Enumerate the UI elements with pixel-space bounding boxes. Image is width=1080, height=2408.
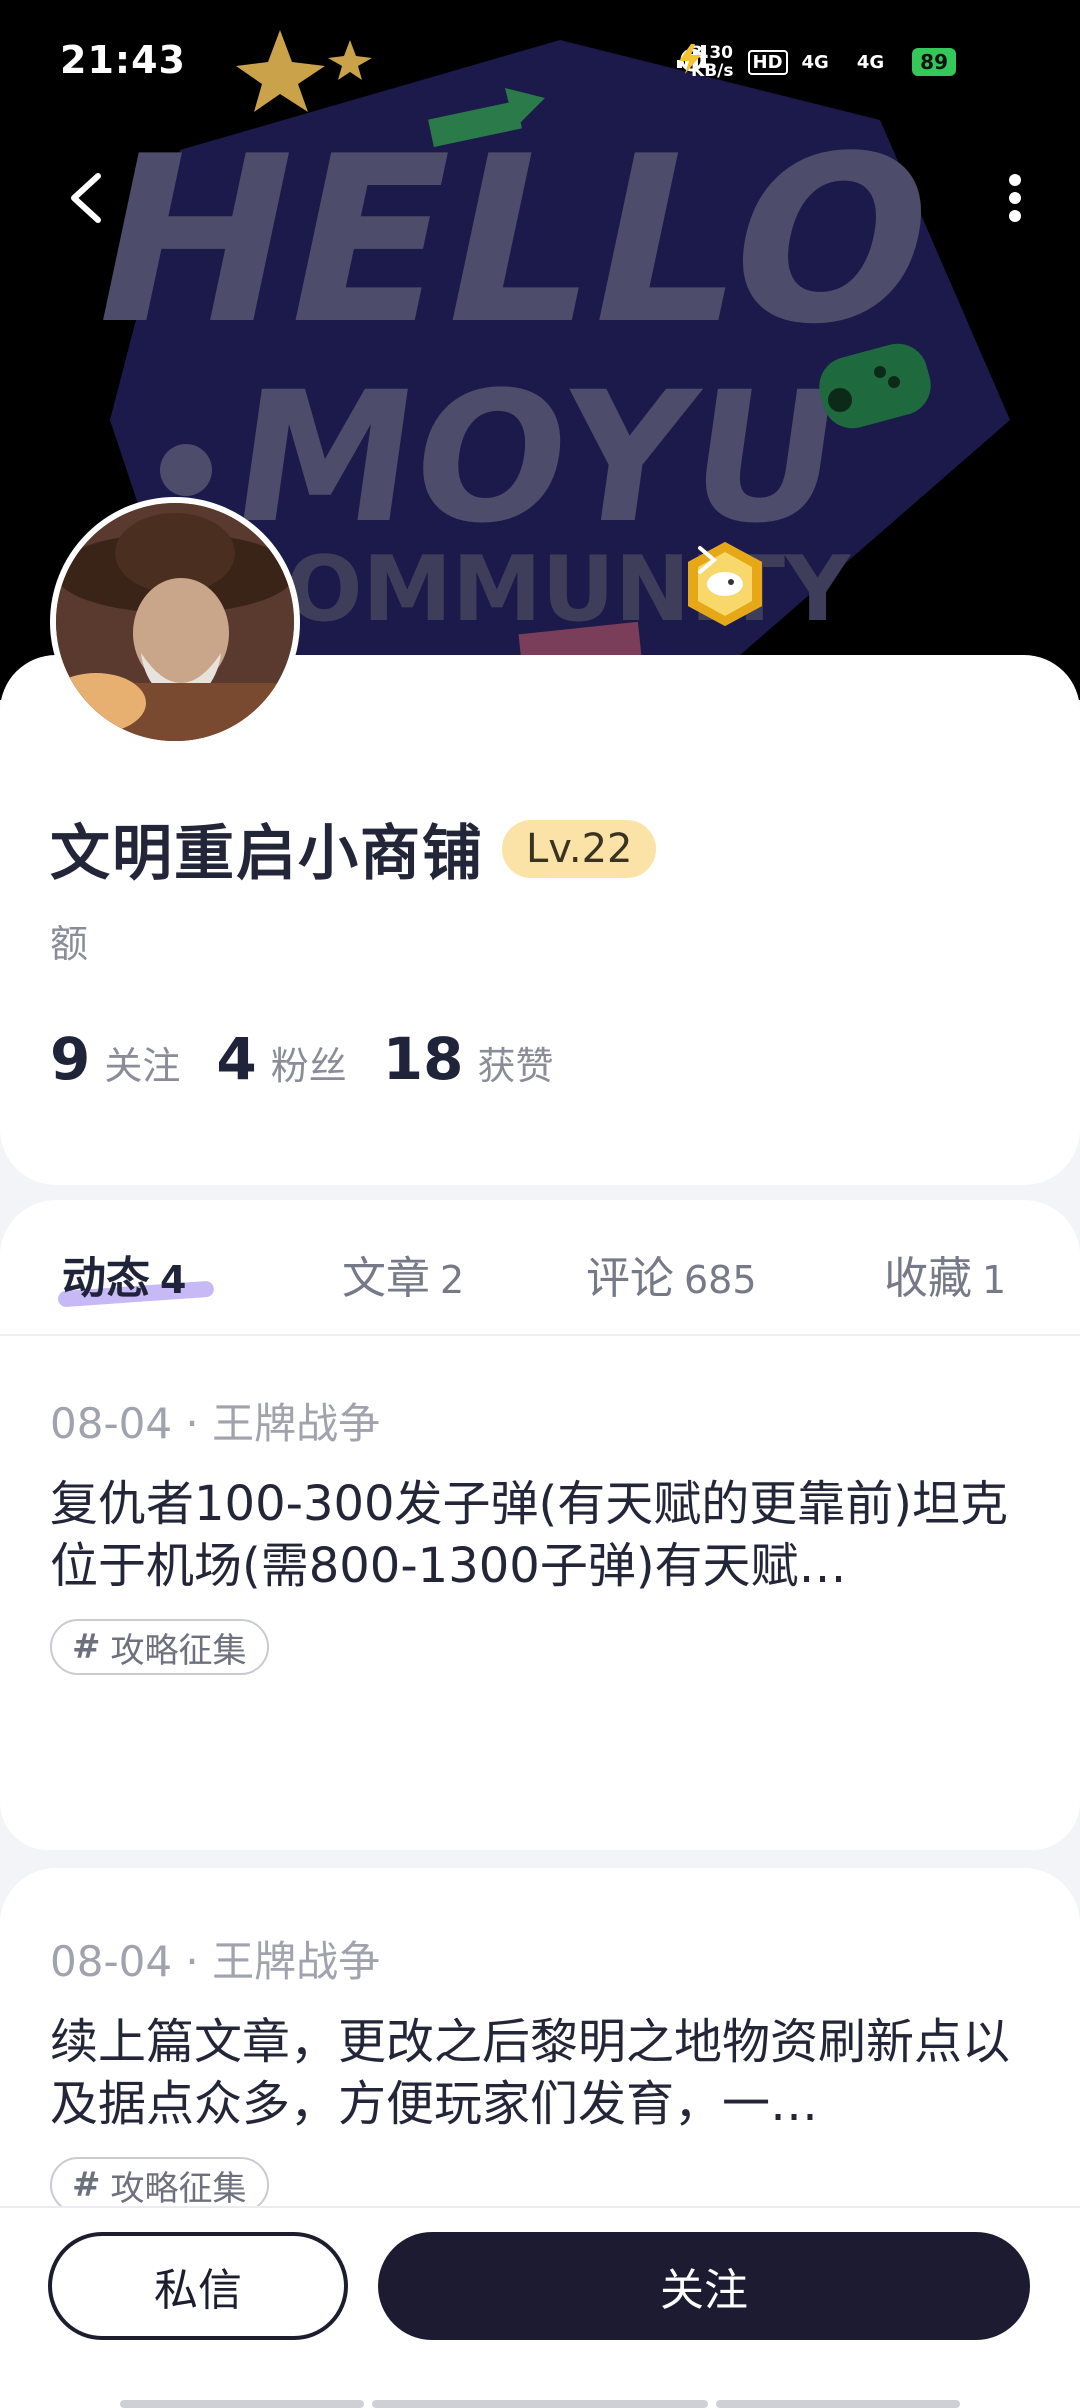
signal-4g-2-label: 4G xyxy=(856,51,885,73)
profile-screen: HELLO MOYU COMMUNITY 21:43 3.30 KB/s HD … xyxy=(0,0,1080,2408)
tab-posts[interactable]: 动态 4 xyxy=(57,1242,215,1308)
status-icons: 3.30 KB/s HD 4G 4G 89 xyxy=(677,44,970,80)
nav-indicator-left xyxy=(120,2400,364,2408)
post-item[interactable]: 08-04 · 王牌战争 复仇者100-300发子弹(有天赋的更靠前)坦克位于机… xyxy=(50,1390,1040,1675)
following-count[interactable]: 9 xyxy=(50,1025,90,1093)
battery-level: 89 xyxy=(912,48,956,76)
post-tag-label: 攻略征集 xyxy=(110,1630,247,1671)
post-item[interactable]: 08-04 · 王牌战争 续上篇文章，更改之后黎明之地物资刷新点以及据点众多，方… xyxy=(50,1928,1040,2213)
tab-comments-label: 评论 xyxy=(586,1253,674,1304)
nav-indicator-right xyxy=(716,2400,960,2408)
hash-icon: # xyxy=(72,1627,101,1667)
followers-label[interactable]: 粉丝 xyxy=(271,1035,347,1090)
user-name: 文明重启小商铺 xyxy=(50,819,484,889)
tab-favorites[interactable]: 收藏 1 xyxy=(884,1242,1006,1306)
user-bio: 额 xyxy=(50,922,89,966)
tab-articles-count: 2 xyxy=(440,1258,465,1302)
chevron-right-icon xyxy=(698,546,718,574)
avatar[interactable] xyxy=(50,497,300,747)
post-text[interactable]: 续上篇文章，更改之后黎明之地物资刷新点以及据点众多，方便玩家们发育，一… xyxy=(50,2011,1040,2135)
bottom-action-bar: 私信 关注 xyxy=(0,2206,1080,2408)
tab-favorites-count: 1 xyxy=(982,1258,1007,1302)
more-vertical-icon xyxy=(1009,174,1021,222)
likes-label: 获赞 xyxy=(477,1044,554,1088)
tab-favorites-label: 收藏 xyxy=(884,1253,972,1304)
avatar-image xyxy=(56,503,294,741)
more-options-button[interactable] xyxy=(990,168,1040,228)
profile-tabs: 动态 4 文章 2 评论 685 收藏 1 xyxy=(0,1200,1080,1336)
tab-comments[interactable]: 评论 685 xyxy=(586,1242,757,1306)
feed-card: 动态 4 文章 2 评论 685 收藏 1 08-04 · 王牌战争 复仇者10… xyxy=(0,1200,1080,1850)
follow-button[interactable]: 关注 xyxy=(378,2232,1030,2340)
nav-indicator-center xyxy=(372,2400,708,2408)
status-bar: 21:43 3.30 KB/s HD 4G 4G 89 xyxy=(0,0,1080,120)
tab-articles-label: 文章 xyxy=(342,1253,430,1304)
chevron-left-icon xyxy=(71,173,101,223)
level-badge: Lv.22 xyxy=(502,819,657,878)
tab-comments-count: 685 xyxy=(684,1258,757,1302)
tab-articles[interactable]: 文章 2 xyxy=(342,1242,464,1306)
post-tag-label: 攻略征集 xyxy=(110,2168,247,2209)
post-meta: 08-04 · 王牌战争 xyxy=(50,1937,381,1986)
status-time: 21:43 xyxy=(60,38,186,82)
message-button[interactable]: 私信 xyxy=(48,2232,348,2340)
post-text[interactable]: 复仇者100-300发子弹(有天赋的更靠前)坦克位于机场(需800-1300子弹… xyxy=(50,1473,1040,1597)
followers-count[interactable]: 4 xyxy=(216,1025,256,1093)
user-stats: 9 关注 4 粉丝 18 获赞 xyxy=(50,1025,589,1093)
post-tag[interactable]: # 攻略征集 xyxy=(50,1619,269,1675)
name-row: 文明重启小商铺 Lv.22 xyxy=(50,805,657,892)
back-button[interactable] xyxy=(62,168,112,228)
following-label[interactable]: 关注 xyxy=(104,1035,180,1090)
banner-moyu-text: MOYU xyxy=(221,353,853,563)
tab-posts-count: 4 xyxy=(160,1258,187,1302)
banner-hello-text: HELLO xyxy=(70,106,957,374)
hd-icon: HD xyxy=(747,49,788,75)
post-meta: 08-04 · 王牌战争 xyxy=(50,1399,381,1448)
tab-posts-label: 动态 xyxy=(62,1253,150,1304)
signal-4g-1-label: 4G xyxy=(801,51,829,73)
post-tag[interactable]: # 攻略征集 xyxy=(50,2157,269,2213)
hash-icon: # xyxy=(72,2165,101,2205)
likes-count: 18 xyxy=(382,1025,464,1093)
